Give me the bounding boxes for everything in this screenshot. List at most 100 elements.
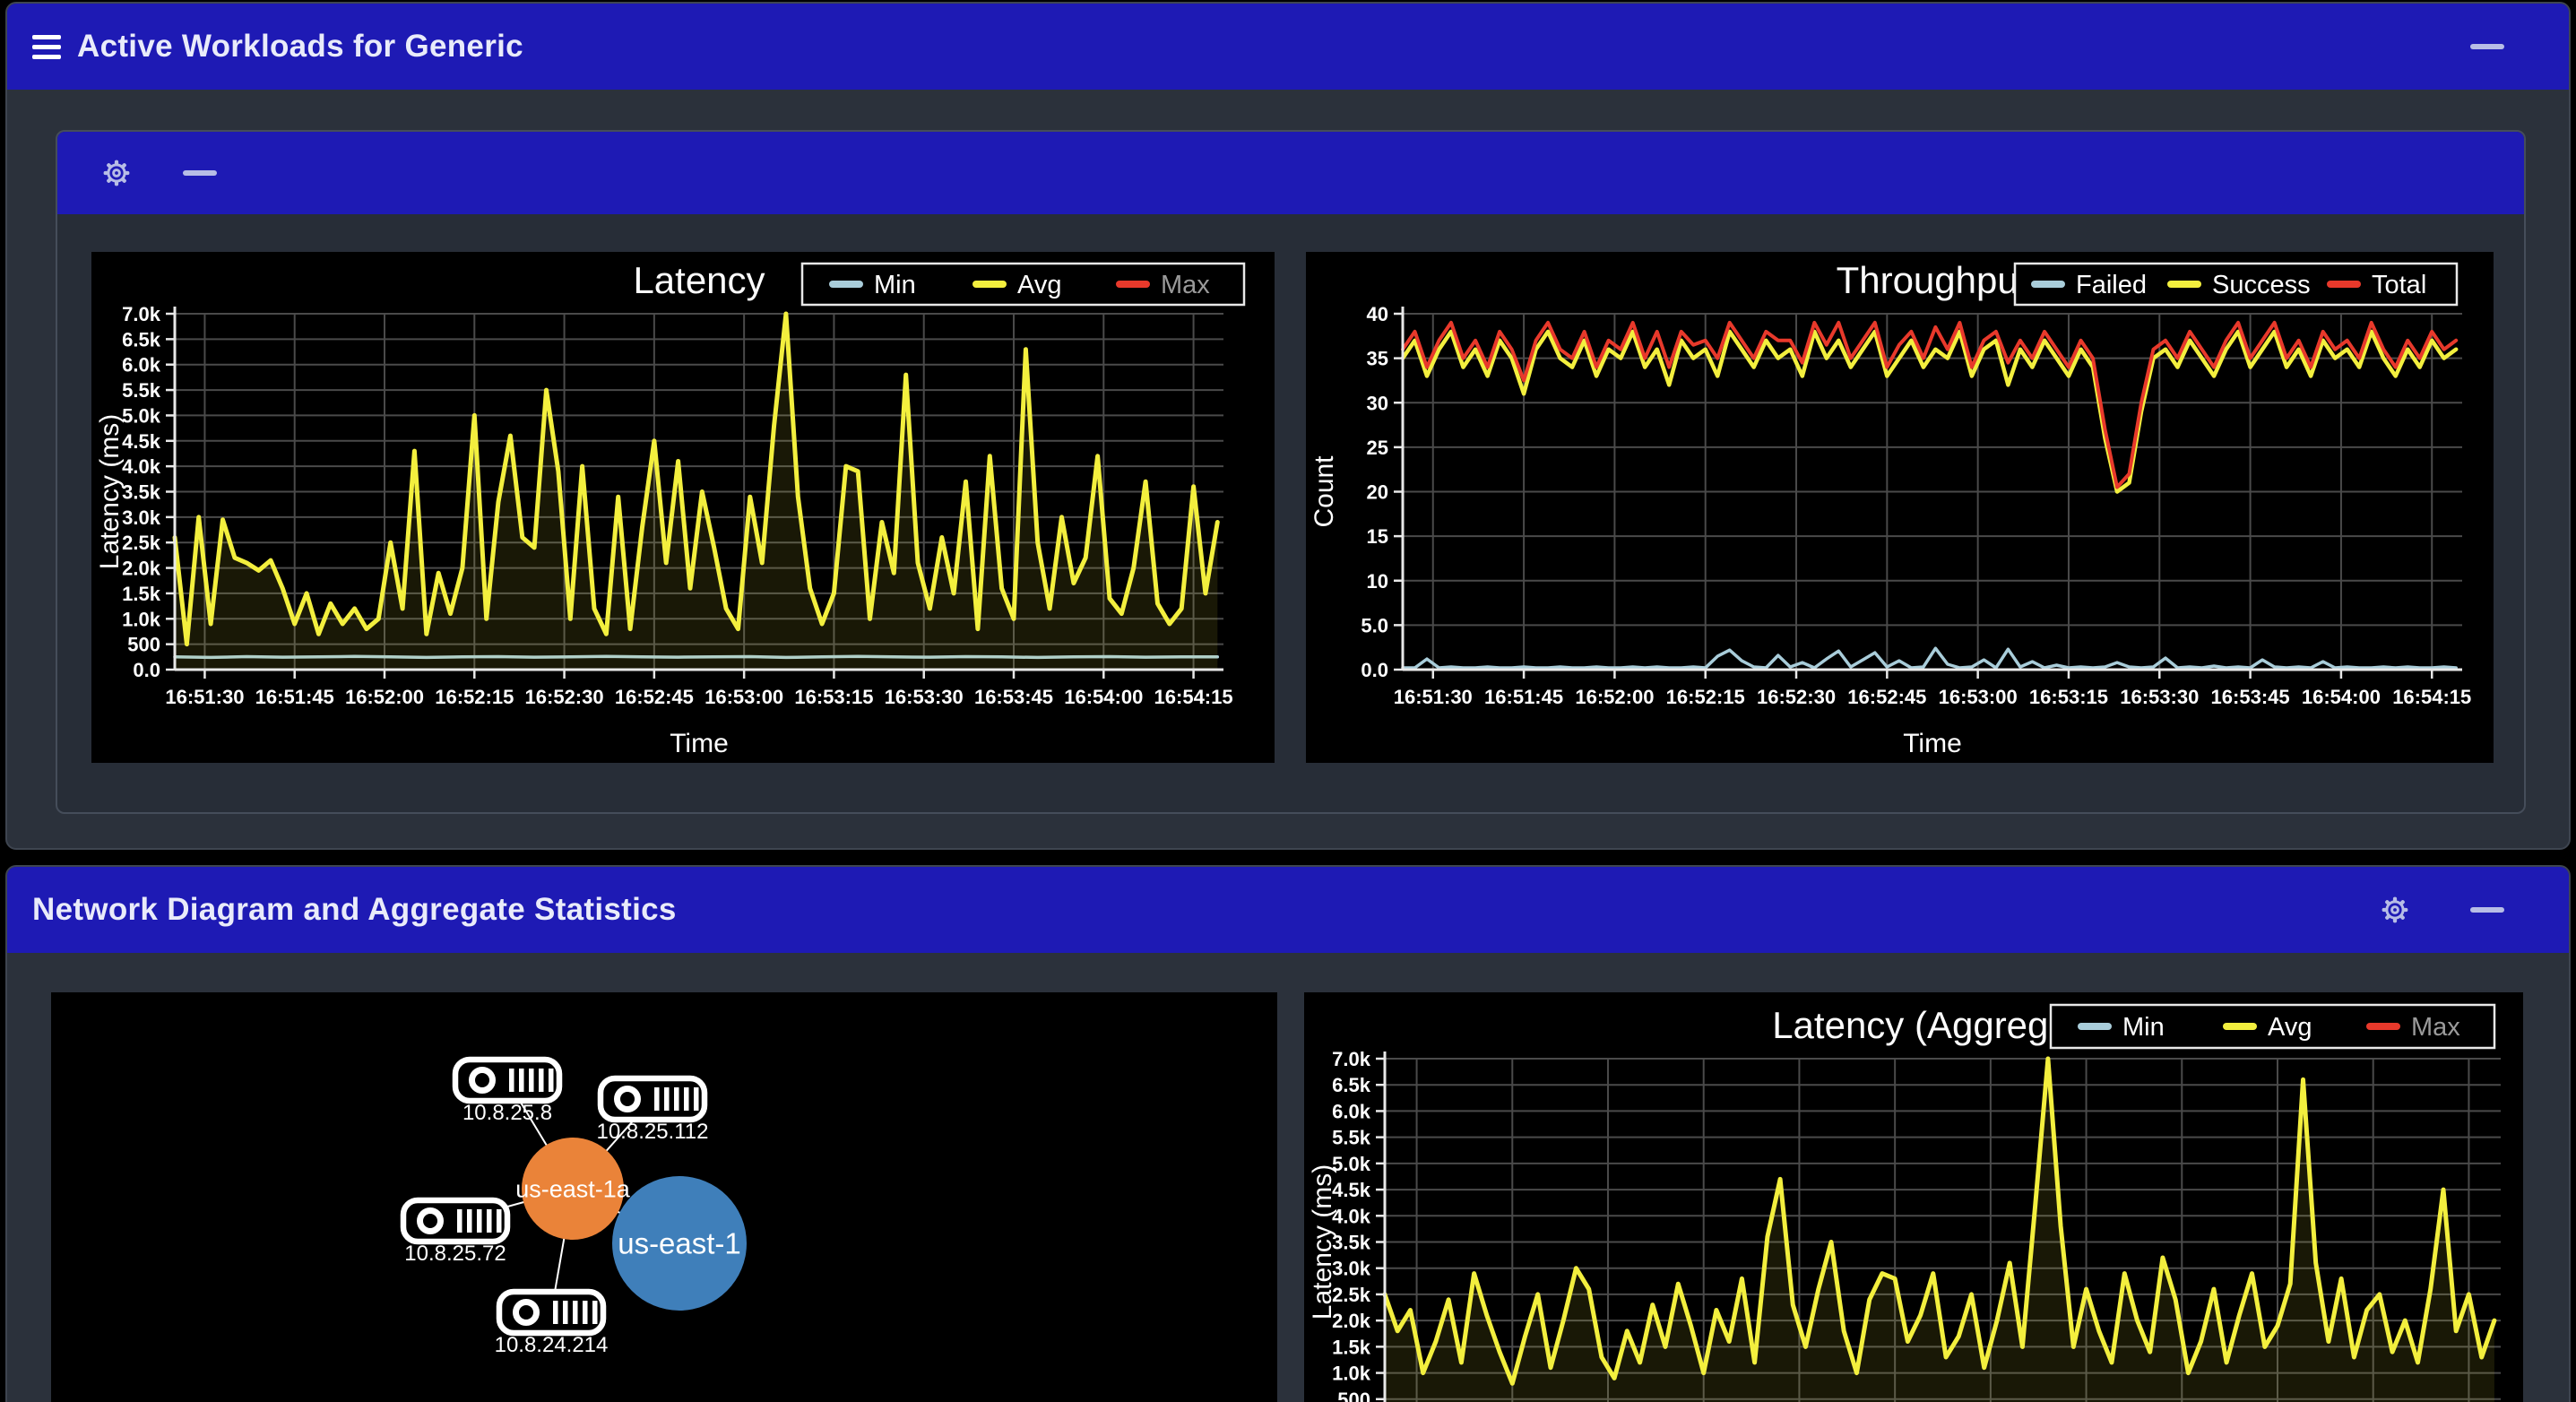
svg-text:Success: Success — [2212, 271, 2311, 299]
legend[interactable]: Failed Success Total — [2013, 262, 2459, 307]
series-Failed — [1401, 646, 2458, 670]
svg-text:Avg: Avg — [1017, 271, 1061, 299]
svg-text:Avg: Avg — [2268, 1013, 2312, 1042]
active-workloads-panel: Active Workloads for Generic 0.0 500 1.0… — [5, 2, 2571, 850]
zone-node-us-east-1[interactable]: us-east-1 — [612, 1176, 747, 1311]
aggregate-latency-chart[interactable]: 0.05001.0k1.5k2.0k2.5k3.0k3.5k4.0k4.5k5.… — [1304, 992, 2523, 1402]
svg-text:16:52:45: 16:52:45 — [615, 686, 694, 708]
svg-text:2.5k: 2.5k — [1332, 1284, 1371, 1306]
zone-node-us-east-1a[interactable]: us-east-1a — [515, 1138, 631, 1240]
svg-text:16:53:15: 16:53:15 — [794, 686, 873, 708]
svg-text:2.5k: 2.5k — [122, 532, 161, 554]
svg-text:16:51:45: 16:51:45 — [255, 686, 334, 708]
svg-text:7.0k: 7.0k — [1332, 1048, 1371, 1070]
x-axis-label: Time — [670, 729, 729, 758]
svg-text:16:52:15: 16:52:15 — [435, 686, 514, 708]
network-panel-header: Network Diagram and Aggregate Statistics — [7, 867, 2569, 953]
svg-text:16:53:00: 16:53:00 — [705, 686, 783, 708]
network-settings-button[interactable] — [2375, 890, 2415, 930]
y-axis-label: Count — [1310, 455, 1339, 528]
svg-text:4.0k: 4.0k — [1332, 1205, 1371, 1227]
svg-text:16:51:45: 16:51:45 — [1484, 686, 1563, 708]
network-diagram[interactable]: us-east-1a us-east-1 10.8.25.8 10.8.25.112 1… — [51, 992, 1277, 1402]
x-axis-label: Time — [1903, 729, 1962, 758]
svg-text:4.5k: 4.5k — [122, 430, 161, 453]
server-node-10.8.25.8[interactable]: 10.8.25.8 — [452, 1056, 563, 1125]
workloads-widget: 0.0 500 1.0k 1.5k 2.0k 2.5k 3.0k 3.5k 4.0k 4.5k 5.… — [56, 130, 2526, 814]
widget-minimize-button[interactable] — [176, 163, 224, 183]
series-Total — [1401, 320, 2459, 489]
svg-text:16:53:45: 16:53:45 — [2211, 686, 2290, 708]
latency-chart[interactable]: 0.0 500 1.0k 1.5k 2.0k 2.5k 3.0k 3.5k 4.0k 4.5k 5.… — [91, 252, 1275, 763]
zone-label: us-east-1 — [618, 1227, 741, 1260]
svg-text:5.0k: 5.0k — [122, 404, 161, 427]
svg-text:4.5k: 4.5k — [1332, 1179, 1371, 1201]
svg-text:3.5k: 3.5k — [122, 481, 161, 504]
network-header-controls — [2375, 890, 2511, 930]
minimize-icon — [183, 170, 217, 176]
svg-text:25: 25 — [1367, 437, 1388, 459]
svg-text:2.0k: 2.0k — [1332, 1310, 1371, 1332]
header-left-group: Active Workloads for Generic — [32, 29, 523, 65]
chart-title: Latency — [633, 259, 765, 301]
legend[interactable]: Min Avg Max — [2049, 1003, 2496, 1050]
svg-text:16:53:30: 16:53:30 — [885, 686, 964, 708]
svg-text:16:54:15: 16:54:15 — [1154, 686, 1233, 708]
svg-text:16:52:00: 16:52:00 — [345, 686, 424, 708]
server-ip-label: 10.8.25.72 — [404, 1242, 506, 1266]
svg-text:16:53:15: 16:53:15 — [2029, 686, 2108, 708]
svg-text:0.0: 0.0 — [133, 659, 160, 681]
svg-text:Min: Min — [874, 271, 916, 299]
svg-text:15: 15 — [1367, 525, 1388, 548]
network-minimize-button[interactable] — [2463, 900, 2511, 920]
minimize-icon — [2470, 44, 2504, 49]
network-diagram-svg: us-east-1a us-east-1 10.8.25.8 10.8.25.112 1… — [400, 1056, 747, 1357]
chart-title: Throughput — [1837, 259, 2029, 301]
svg-text:35: 35 — [1367, 348, 1388, 370]
menu-icon[interactable] — [32, 34, 61, 59]
svg-text:20: 20 — [1367, 481, 1388, 504]
svg-text:6.0k: 6.0k — [1332, 1100, 1371, 1122]
svg-text:6.5k: 6.5k — [122, 328, 161, 350]
svg-text:1.0k: 1.0k — [1332, 1363, 1371, 1385]
svg-text:3.0k: 3.0k — [1332, 1258, 1371, 1280]
network-statistics-panel: Network Diagram and Aggregate Statistics — [5, 865, 2571, 1402]
svg-text:3.5k: 3.5k — [1332, 1232, 1371, 1254]
svg-text:16:52:15: 16:52:15 — [1666, 686, 1745, 708]
svg-text:7.0k: 7.0k — [122, 303, 161, 325]
svg-text:16:54:00: 16:54:00 — [1064, 686, 1143, 708]
widget-toolbar — [57, 132, 2524, 214]
svg-text:16:52:30: 16:52:30 — [525, 686, 604, 708]
svg-text:16:53:30: 16:53:30 — [2120, 686, 2199, 708]
series-Success — [1400, 329, 2459, 494]
server-ip-label: 10.8.25.8 — [462, 1101, 552, 1125]
minimize-icon — [2470, 907, 2504, 913]
server-ip-label: 10.8.24.214 — [495, 1333, 609, 1357]
gear-icon — [2382, 896, 2408, 923]
svg-text:16:52:45: 16:52:45 — [1847, 686, 1926, 708]
dashboard-page: Active Workloads for Generic 0.0 500 1.0… — [0, 0, 2576, 1402]
legend[interactable]: Min Avg Max — [800, 262, 1246, 307]
server-node-10.8.25.72[interactable]: 10.8.25.72 — [400, 1197, 511, 1266]
server-node-10.8.24.214[interactable]: 10.8.24.214 — [495, 1288, 609, 1357]
network-row: us-east-1a us-east-1 10.8.25.8 10.8.25.112 1… — [7, 953, 2569, 1402]
panel-minimize-button[interactable] — [2463, 37, 2511, 56]
widget-settings-button[interactable] — [97, 153, 136, 193]
svg-text:16:51:30: 16:51:30 — [165, 686, 244, 708]
zone-label: us-east-1a — [515, 1175, 631, 1202]
svg-text:16:53:45: 16:53:45 — [974, 686, 1053, 708]
page-title: Active Workloads for Generic — [77, 29, 523, 64]
server-node-10.8.25.112[interactable]: 10.8.25.112 — [596, 1075, 709, 1144]
server-ip-label: 10.8.25.112 — [596, 1120, 708, 1144]
svg-text:Max: Max — [2411, 1013, 2460, 1042]
latency-aggregate-svg: 0.05001.0k1.5k2.0k2.5k3.0k3.5k4.0k4.5k5.… — [1308, 1003, 2501, 1402]
throughput-chart[interactable]: 0.0 5.0 10 15 20 25 30 35 40 16:51:30 16:51:45 16:5… — [1306, 252, 2494, 763]
svg-text:Total: Total — [2372, 271, 2426, 299]
svg-text:1.5k: 1.5k — [122, 583, 161, 605]
svg-text:5.5k: 5.5k — [122, 379, 161, 402]
svg-text:Failed: Failed — [2076, 271, 2147, 299]
svg-text:30: 30 — [1367, 392, 1388, 414]
svg-text:5.0: 5.0 — [1361, 614, 1388, 636]
svg-text:16:51:30: 16:51:30 — [1394, 686, 1473, 708]
svg-text:40: 40 — [1367, 303, 1388, 325]
